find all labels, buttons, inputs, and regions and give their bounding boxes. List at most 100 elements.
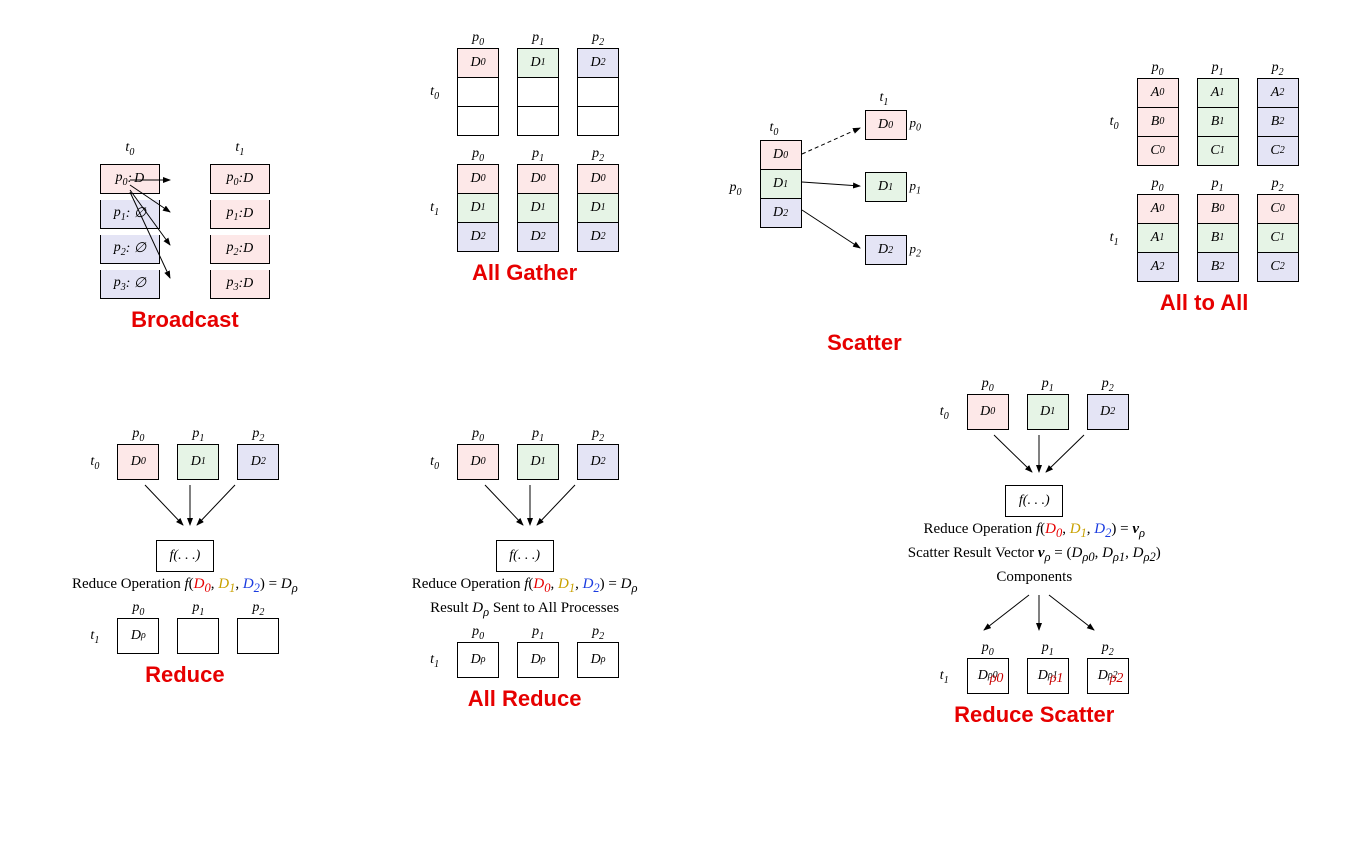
broadcast-t0-p2: p2: ∅ — [100, 235, 160, 264]
ag-t0-c0r2 — [457, 107, 499, 136]
reduce-inputs: t0 p0D0 p1D1 p2D2 — [20, 426, 350, 480]
ag-t0-c2r1 — [577, 78, 619, 107]
sc-dst-p1: p1 — [910, 178, 922, 197]
broadcast-t0-p0: p0: D — [100, 164, 160, 194]
allreduce-inputs: t0 p0D0 p1D1 p2D2 — [360, 426, 690, 480]
red-out-1 — [177, 618, 219, 654]
reduce-t0-label: t0 — [90, 454, 99, 472]
ar-in-2: D2 — [577, 444, 619, 480]
rs-out-2: Dρ2ρ2 — [1087, 658, 1129, 694]
a2a-t0-01: B0 — [1137, 108, 1179, 137]
a2a-t1: t1 p0A0A1A2 p1B0B1B2 p2C0C1C2 — [1039, 176, 1349, 282]
ar-out-1: Dρ — [517, 642, 559, 678]
diagram-grid: t0 p0: D p1: ∅ p2: ∅ p3: ∅ t1 p0: D p1: … — [20, 20, 1349, 728]
a2a-t1-11: B1 — [1197, 224, 1239, 253]
scatter-t0-label: t0 — [770, 120, 779, 138]
rs-out-0: Dρ0ρ0 — [967, 658, 1009, 694]
scatter-arrows — [700, 120, 1020, 320]
a2a-t1-12: B2 — [1197, 253, 1239, 282]
ag-t0-c0r1 — [457, 78, 499, 107]
ag-t1-c0r0: D0 — [457, 164, 499, 194]
allgather-t0: t0 p0D0 p1D1 p2D2 — [360, 30, 690, 136]
allgather-p2: p2 — [592, 30, 604, 48]
broadcast-t1-p0: p0: D — [210, 164, 270, 194]
allreduce-arrows — [375, 480, 675, 540]
sc-dst-p0: p0 — [910, 115, 922, 134]
ar-in-0: D0 — [457, 444, 499, 480]
broadcast-t0-p1: p1: ∅ — [100, 200, 160, 229]
broadcast-t0-p3: p3: ∅ — [100, 270, 160, 299]
red-in-1: D1 — [177, 444, 219, 480]
red-in-0: D0 — [117, 444, 159, 480]
red-in-2: D2 — [237, 444, 279, 480]
rs-in-1: D1 — [1027, 394, 1069, 430]
ag-t0-c2r0: D2 — [577, 48, 619, 78]
broadcast-t0-col: t0 p0: D p1: ∅ p2: ∅ p3: ∅ — [100, 140, 160, 299]
sc-src-1: D1 — [760, 170, 802, 199]
a2a-t1-00: A0 — [1137, 194, 1179, 224]
reduce-t1-label: t1 — [90, 628, 99, 646]
a2a-t1-20: C0 — [1257, 194, 1299, 224]
rs-inputs: t0 p0D0 p1D1 p2D2 — [700, 376, 1349, 430]
alltoall-panel: t0 p0A0B0C0 p1A1B1C1 p2A2B2C2 t1 p0A0A1A… — [1039, 20, 1349, 356]
ar-t1-label: t1 — [430, 652, 439, 670]
a2a-t1-02: A2 — [1137, 253, 1179, 282]
reducescatter-title: Reduce Scatter — [700, 702, 1349, 728]
reduce-fbox: f(. . .) — [156, 540, 214, 572]
scatter-t1-label: t1 — [880, 90, 889, 108]
sc-src-0: D0 — [760, 140, 802, 170]
reducescatter-panel: t0 p0D0 p1D1 p2D2 f(. . .) Reduce Operat… — [700, 366, 1349, 728]
reduce-caption: Reduce Operation f(D0, D1, D2) = Dρ — [20, 576, 350, 596]
allreduce-panel: t0 p0D0 p1D1 p2D2 f(. . .) Reduce Operat… — [360, 366, 690, 728]
ag-t0-c1r1 — [517, 78, 559, 107]
ag-t0-c1r0: D1 — [517, 48, 559, 78]
broadcast-panel: t0 p0: D p1: ∅ p2: ∅ p3: ∅ t1 p0: D p1: … — [20, 20, 350, 356]
ar-fbox: f(. . .) — [496, 540, 554, 572]
broadcast-title: Broadcast — [20, 307, 350, 333]
rs-arrows2 — [834, 590, 1234, 640]
ar-in-1: D1 — [517, 444, 559, 480]
scatter-p0-src: p0 — [730, 180, 742, 198]
rs-caption1: Reduce Operation f(D0, D1, D2) = vρ — [700, 521, 1349, 541]
alltoall-title: All to All — [1039, 290, 1349, 316]
allreduce-title: All Reduce — [360, 686, 690, 712]
a2a-t0-11: B1 — [1197, 108, 1239, 137]
reduce-outputs: t1 p0Dρ p1 p2 — [20, 600, 350, 654]
rs-in-0: D0 — [967, 394, 1009, 430]
sc-src-2: D2 — [760, 199, 802, 228]
broadcast-t1-p2: p2: D — [210, 235, 270, 264]
ag-t0-c0r0: D0 — [457, 48, 499, 78]
ag-t1-c0r1: D1 — [457, 194, 499, 223]
broadcast-t0-label: t0 — [125, 140, 134, 158]
allgather-t0-label: t0 — [430, 84, 439, 102]
ag-t0-c1r2 — [517, 107, 559, 136]
scatter-src-stack: D0 D1 D2 — [760, 140, 802, 228]
allgather-panel: t0 p0D0 p1D1 p2D2 t1 p0D0D1D2 p1D0D1D2 p… — [360, 20, 690, 356]
a2a-t0-22: C2 — [1257, 137, 1299, 166]
reduce-title: Reduce — [20, 662, 350, 688]
rs-fbox: f(. . .) — [1005, 485, 1063, 517]
broadcast-t1-p3: p3: D — [210, 270, 270, 299]
sc-dst-0: D0 — [865, 110, 907, 140]
reduce-arrows — [35, 480, 335, 540]
a2a-t0-02: C0 — [1137, 137, 1179, 166]
ar-out-2: Dρ — [577, 642, 619, 678]
ag-t1-c1r2: D2 — [517, 223, 559, 252]
a2a-t1-21: C1 — [1257, 224, 1299, 253]
rs-t0-label: t0 — [940, 404, 949, 422]
rs-hand-0: ρ0 — [990, 671, 1004, 687]
ar-caption1: Reduce Operation f(D0, D1, D2) = Dρ — [360, 576, 690, 596]
a2a-t0-00: A0 — [1137, 78, 1179, 108]
ag-t1-c2r1: D1 — [577, 194, 619, 223]
reduce-panel: t0 p0D0 p1D1 p2D2 f(. . .) Reduce Operat… — [20, 366, 350, 728]
allgather-title: All Gather — [360, 260, 690, 286]
broadcast-t1-p1: p1: D — [210, 200, 270, 229]
a2a-t1-label: t1 — [1110, 230, 1119, 248]
a2a-t0-20: A2 — [1257, 78, 1299, 108]
a2a-t0-label: t0 — [1110, 114, 1119, 132]
a2a-t0: t0 p0A0B0C0 p1A1B1C1 p2A2B2C2 — [1039, 60, 1349, 166]
ag-t1-c2r0: D0 — [577, 164, 619, 194]
ag-t1-c1r0: D0 — [517, 164, 559, 194]
ar-caption2: Result Dρ Sent to All Processes — [360, 600, 690, 620]
red-out-0: Dρ — [117, 618, 159, 654]
